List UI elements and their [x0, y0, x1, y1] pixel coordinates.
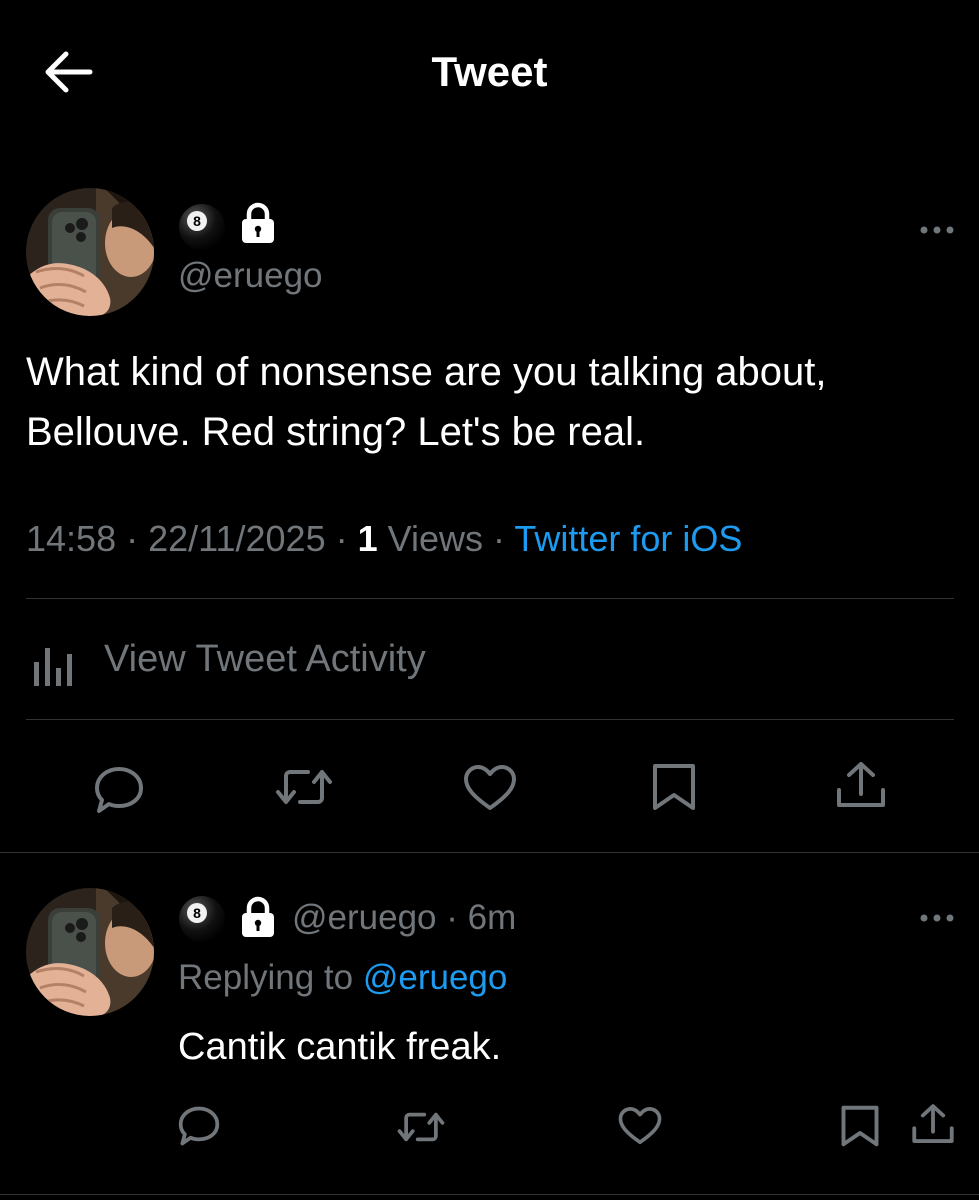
views-label: Views — [387, 518, 484, 559]
replying-label: Replying to — [178, 958, 354, 997]
more-icon — [920, 226, 954, 234]
retweet-icon — [276, 770, 332, 804]
tweet-source-link[interactable]: Twitter for iOS — [514, 518, 742, 559]
bookmark-icon — [653, 764, 695, 810]
tweet-date: 22/11/2025 — [148, 518, 326, 559]
reply-user-handle[interactable]: @eruego — [292, 898, 437, 937]
meta-separator: · — [116, 518, 149, 559]
meta-separator: · — [436, 898, 468, 937]
views-count: 1 — [357, 518, 378, 559]
tweet-meta: 14:58 · 22/11/2025 · 1 Views · Twitter f… — [26, 518, 742, 560]
more-icon — [920, 914, 954, 922]
bookmark-button[interactable] — [651, 762, 697, 812]
like-icon — [618, 1107, 662, 1145]
tweet-time: 14:58 — [26, 518, 117, 559]
eight-ball-icon — [178, 895, 226, 943]
reply-share-button[interactable] — [910, 1102, 956, 1146]
replying-to-handle[interactable]: @eruego — [363, 958, 508, 997]
reply-icon — [95, 767, 143, 813]
reply-icon — [178, 1106, 220, 1146]
activity-label: View Tweet Activity — [104, 638, 426, 680]
reply-reply-button[interactable] — [178, 1106, 220, 1146]
analytics-icon — [34, 648, 72, 686]
section-divider — [0, 1194, 979, 1195]
like-button[interactable] — [463, 764, 517, 812]
reply-text: Cantik cantik freak. — [178, 1026, 502, 1068]
tweet-text: What kind of nonsense are you talking ab… — [26, 350, 827, 454]
user-handle[interactable]: @eruego — [178, 256, 323, 296]
reply-like-button[interactable] — [618, 1106, 662, 1146]
reply-more-options-button[interactable] — [916, 906, 958, 930]
share-icon — [837, 762, 885, 807]
reply-button[interactable] — [94, 766, 144, 814]
divider — [26, 719, 954, 720]
meta-separator: · — [483, 518, 515, 559]
reply-retweet-button[interactable] — [396, 1108, 446, 1146]
divider — [26, 598, 954, 599]
retweet-icon — [397, 1112, 445, 1142]
avatar[interactable] — [26, 188, 154, 316]
reply-avatar[interactable] — [26, 888, 154, 1016]
replying-to: Replying to @eruego — [178, 958, 507, 998]
reply-bookmark-button[interactable] — [840, 1104, 880, 1148]
header-bar: Tweet — [0, 0, 979, 150]
share-button[interactable] — [834, 760, 888, 810]
lock-icon — [240, 202, 276, 244]
reply-header: @eruego · 6m — [292, 898, 516, 938]
retweet-button[interactable] — [274, 764, 334, 810]
page-title: Tweet — [431, 48, 548, 95]
reply-time: 6m — [467, 898, 517, 937]
lock-icon — [240, 896, 276, 938]
meta-separator: · — [325, 518, 358, 559]
eight-ball-icon — [178, 203, 226, 251]
more-options-button[interactable] — [916, 218, 958, 242]
like-icon — [464, 765, 516, 810]
section-divider — [0, 852, 979, 853]
tweet-detail-screen: Tweet @eruego What kind of nonsense are … — [0, 0, 979, 1200]
share-icon — [912, 1104, 954, 1143]
bookmark-icon — [841, 1105, 879, 1147]
